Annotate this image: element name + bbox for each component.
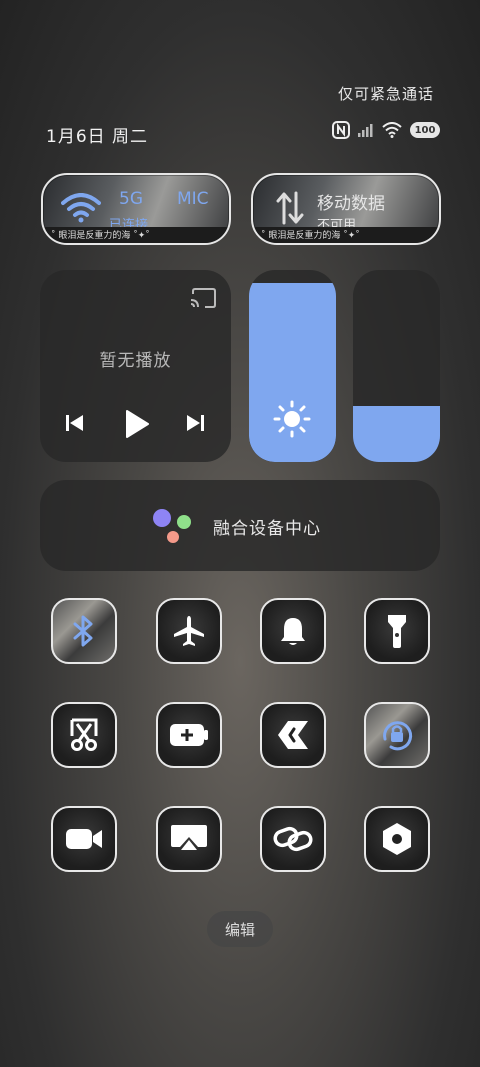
emergency-calls-only-text: 仅可紧急通话 [337, 85, 434, 103]
media-status: 暂无播放 [99, 351, 172, 371]
share-tile[interactable] [260, 702, 326, 768]
date-weekday: 1月6日 周二 [46, 122, 148, 147]
previous-track-icon[interactable] [65, 413, 85, 433]
share-icon [278, 721, 308, 749]
volume-slider[interactable] [353, 270, 440, 462]
scissors-icon [70, 718, 98, 751]
flashlight-icon [388, 615, 406, 648]
battery-plus-icon [170, 724, 208, 746]
rotation-lock-tile[interactable] [364, 702, 430, 768]
battery-indicator: 100 [410, 122, 440, 138]
mobile-data-label: 移动数据 [317, 194, 385, 214]
sun-icon [273, 400, 311, 438]
bell-icon [281, 618, 305, 645]
volume-fill [353, 406, 440, 462]
link-icon [273, 826, 313, 852]
device-center-icon [153, 509, 191, 543]
settings-tile[interactable] [364, 806, 430, 872]
wifi-toggle[interactable]: 5G MIC 已连接 ˚ 眼泪是反重力的海 ˚✦˚ [41, 173, 231, 245]
link-tile[interactable] [260, 806, 326, 872]
airplane-mode-tile[interactable] [156, 598, 222, 664]
date-text: 1月6日 [46, 127, 106, 147]
bluetooth-tile[interactable] [51, 598, 117, 664]
wifi-icon [61, 193, 101, 223]
screenshot-tile[interactable] [51, 702, 117, 768]
projection-tile[interactable] [156, 806, 222, 872]
cast-screen-icon [171, 825, 207, 850]
battery-saver-tile[interactable] [156, 702, 222, 768]
airplane-icon [174, 616, 204, 646]
wifi-status-icon [382, 122, 402, 138]
screen-record-tile[interactable] [51, 806, 117, 872]
mobile-data-toggle[interactable]: 移动数据 不可用 ˚ 眼泪是反重力的海 ˚✦˚ [251, 173, 441, 245]
data-caption: ˚ 眼泪是反重力的海 ˚✦˚ [261, 231, 360, 241]
wifi-caption: ˚ 眼泪是反重力的海 ˚✦˚ [51, 231, 150, 241]
data-arrows-icon [276, 191, 304, 225]
data-caption-strip: ˚ 眼泪是反重力的海 ˚✦˚ [253, 227, 439, 243]
wifi-5g-badge: 5G [119, 189, 143, 209]
nfc-icon [332, 121, 350, 139]
hexagon-icon [383, 823, 411, 855]
play-icon[interactable] [124, 409, 150, 439]
cast-icon[interactable] [190, 288, 216, 310]
next-track-icon[interactable] [185, 413, 205, 433]
device-center-button[interactable]: 融合设备中心 [40, 480, 440, 571]
ring-mode-tile[interactable] [260, 598, 326, 664]
bluetooth-icon [73, 615, 93, 647]
rotation-lock-icon [383, 721, 413, 751]
wifi-caption-strip: ˚ 眼泪是反重力的海 ˚✦˚ [43, 227, 229, 243]
wifi-mic-badge: MIC [177, 189, 209, 209]
video-camera-icon [66, 829, 102, 849]
device-center-label: 融合设备中心 [213, 519, 321, 539]
media-player-card[interactable]: 暂无播放 [40, 270, 231, 462]
signal-icon [358, 124, 373, 137]
status-icons: 100 [332, 121, 440, 139]
brightness-slider[interactable] [249, 270, 336, 462]
edit-button[interactable]: 编辑 [207, 911, 273, 947]
weekday-text: 周二 [112, 127, 149, 147]
flashlight-tile[interactable] [364, 598, 430, 664]
